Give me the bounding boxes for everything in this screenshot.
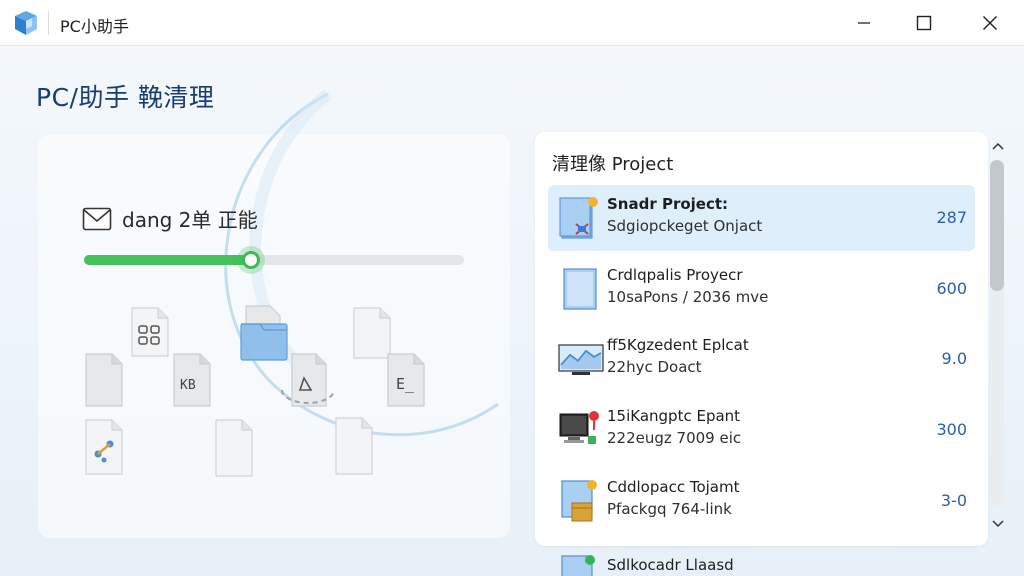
cleanup-progress-panel: dang 2单 正能 KB E_ [38,89,510,538]
project-item[interactable]: Snadr Project: Sdgiopckeget Onjact 287 [548,185,975,251]
text-file-icon: KB [172,352,212,408]
svg-text:KB: KB [180,378,196,393]
maximize-button[interactable] [894,0,954,46]
chevron-up-icon [992,142,1004,150]
recycling-file-icon [278,352,338,412]
title-bar: PC小助手 [0,0,1024,46]
monitor-chart-icon [558,335,604,383]
project-description: 222eugz 7009 eic [607,429,742,447]
project-item[interactable]: ff5Kgzedent Eplcat 22hyc Doact 9.0 [548,326,975,392]
project-list-header: 清理像 Project [552,154,674,175]
window-title: PC小助手 [60,17,129,36]
progress-thumb[interactable] [237,246,266,274]
cleanup-status-text: dang 2单 正能 [122,208,258,232]
blank-file-icon-4 [334,416,374,476]
app-logo-icon [12,9,40,37]
document-e-file-icon: E_ [386,352,426,408]
minimize-button[interactable] [834,0,894,46]
project-list-panel: 清理像 Project Snadr Project: Sdgiopckeget … [535,132,988,546]
scroll-down-button[interactable] [988,514,1008,534]
project-name: Snadr Project: [607,195,729,213]
project-description: 10saPons / 2036 mve [607,288,769,306]
minimize-icon [858,22,870,24]
blue-document-icon [558,265,602,313]
project-name: Sdlkocadr Llaasd [607,556,734,574]
mail-icon [82,207,112,230]
page-title: PC/助手 鞔清理 [36,83,215,112]
svg-text:E_: E_ [396,375,415,393]
maximize-icon [916,15,932,31]
project-name: Crdlqpalis Proyecr [607,266,743,284]
project-item[interactable]: Crdlqpalis Proyecr 10saPons / 2036 mve 6… [548,256,975,322]
project-value: 600 [936,279,967,298]
cleanup-status: dang 2单 正能 [82,204,258,233]
project-name: Cddlopacc Tojamt [607,478,740,496]
main-content: PC/助手 鞔清理 dang 2单 正能 KB E_ 清理像 Project S… [0,46,1024,576]
title-divider [48,11,49,35]
project-description: Sdgiopckeget Onjact [607,217,763,235]
scroll-track[interactable] [990,160,1004,506]
scroll-up-button[interactable] [988,136,1008,156]
project-item-partial[interactable]: Sdlkocadr Llaasd [548,544,975,576]
project-list-scrollbar[interactable] [988,134,1008,538]
scroll-thumb[interactable] [990,160,1004,292]
project-name: 15iKangptc Epant [607,407,741,425]
decorative-arc [224,89,499,437]
project-item[interactable]: 15iKangptc Epant 222eugz 7009 eic 300 [548,397,975,463]
close-button[interactable] [960,0,1020,46]
computer-pin-icon [558,406,602,454]
cleanup-progress-bar [84,246,464,274]
project-value: 3-0 [940,491,967,510]
blank-file-icon [84,352,124,408]
project-value: 300 [936,420,967,439]
project-item[interactable]: Cddlopacc Tojamt Pfackgq 764-link 3-0 [548,468,975,534]
blank-file-icon-3 [214,418,254,478]
project-description: Pfackgq 764-link [607,500,732,518]
blue-folder-icon [558,194,602,242]
project-value: 287 [936,208,967,227]
tools-file-icon [84,418,124,476]
progress-fill [84,255,252,265]
project-description: 22hyc Doact [607,358,702,376]
file-grid-icon [130,306,170,358]
project-value: 9.0 [941,349,967,368]
blue-document-icon [558,552,602,576]
project-name: ff5Kgzedent Eplcat [607,336,749,354]
chevron-down-icon [992,520,1004,528]
project-box-icon [558,477,602,525]
close-icon [983,16,997,30]
